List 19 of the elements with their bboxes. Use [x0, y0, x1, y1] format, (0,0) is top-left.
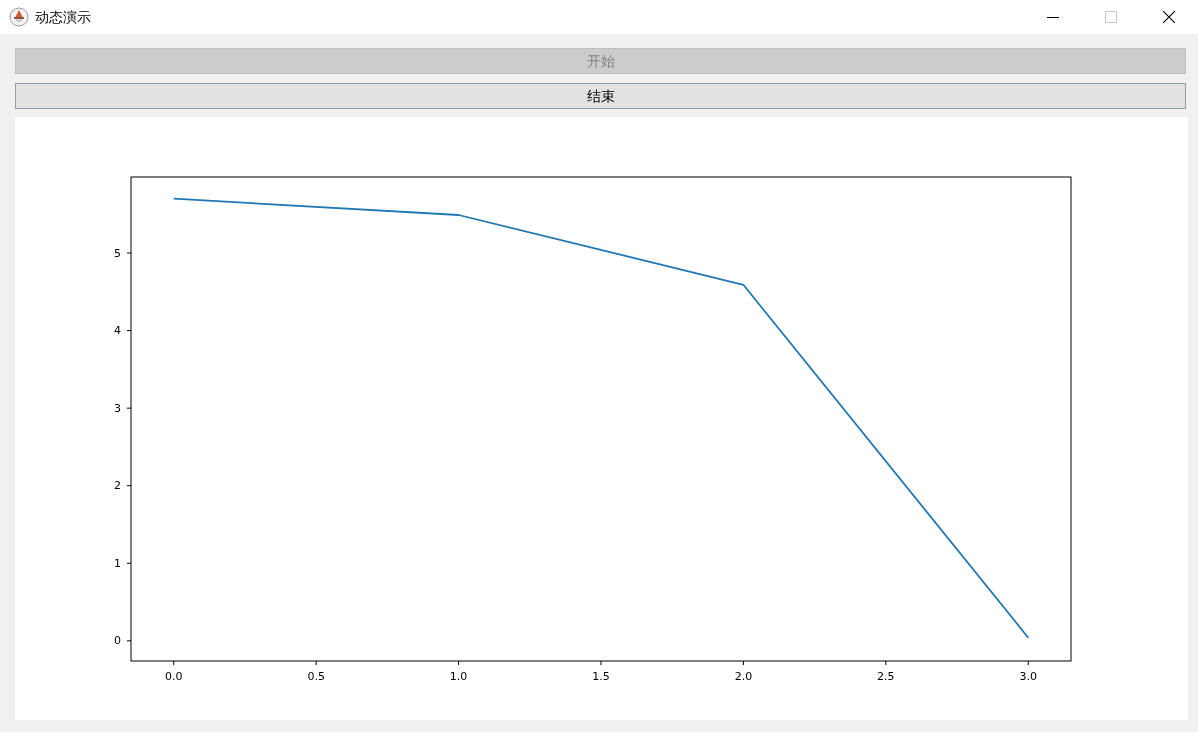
x-tick-label: 2.0: [734, 669, 753, 683]
x-tick-label: 1.5: [592, 669, 610, 683]
x-tick-label: 1.0: [449, 669, 468, 683]
maximize-icon: [1105, 11, 1117, 23]
minimize-icon: [1047, 16, 1059, 18]
close-icon: [1163, 11, 1175, 23]
window-title: 动态演示: [35, 7, 91, 27]
x-tick-label: 0.0: [165, 669, 183, 683]
y-tick-label: 2: [114, 479, 121, 493]
action-button[interactable]: 结束: [15, 83, 1186, 109]
y-tick-label: 5: [114, 246, 121, 260]
y-tick-label: 1: [114, 556, 121, 570]
y-tick-label: 4: [114, 324, 121, 338]
x-tick-label: 3.0: [1019, 669, 1037, 683]
hat-icon: [9, 7, 29, 27]
x-tick-label: 0.5: [307, 669, 325, 683]
y-tick-label: 0: [114, 634, 121, 648]
y-tick-label: 3: [114, 401, 121, 415]
x-tick-label: 2.5: [877, 669, 895, 683]
